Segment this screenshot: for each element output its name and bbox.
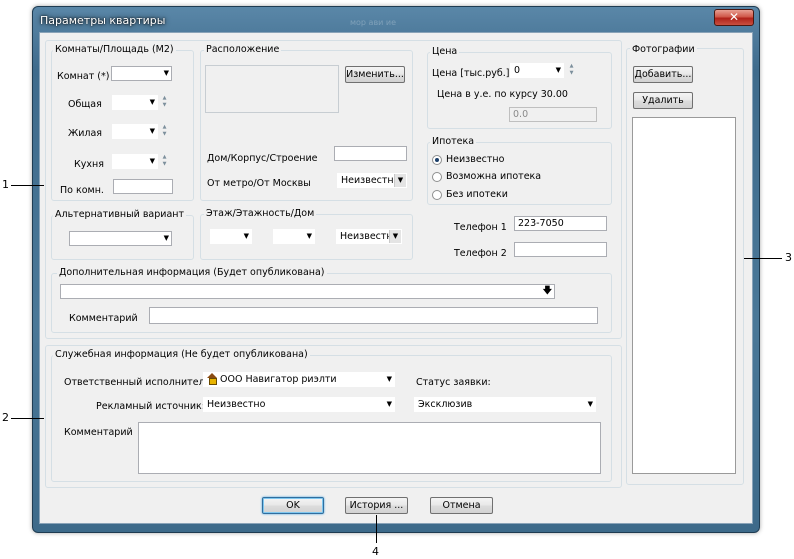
responsible-label: Ответственный исполнитель: xyxy=(64,377,214,388)
chevron-down-icon: ▼ xyxy=(389,230,401,243)
price-spinner[interactable]: ▲ ▼ xyxy=(567,63,576,78)
ok-button[interactable]: OK xyxy=(262,497,324,514)
mortgage-option-unknown[interactable]: Неизвестно xyxy=(432,154,504,165)
mortgage-option-none[interactable]: Без ипотеки xyxy=(432,189,508,200)
add-photo-button[interactable]: Добавить... xyxy=(633,66,693,83)
status-combo[interactable]: Эксклюзив ▼ xyxy=(414,397,596,412)
chevron-down-icon: ▼ xyxy=(243,232,249,240)
kitchen-area-label: Кухня xyxy=(74,159,104,170)
callout-2-line xyxy=(11,418,44,419)
responsible-combo[interactable]: ООО Навигатор риэлти ▼ xyxy=(203,372,395,387)
living-area-label: Жилая xyxy=(68,128,103,139)
chevron-down-icon: ▼ xyxy=(394,174,406,187)
history-button[interactable]: История ... xyxy=(345,497,408,514)
usd-price-input: 0.0 xyxy=(509,107,597,122)
chevron-down-icon: ▼ xyxy=(149,157,155,165)
close-icon: ✕ xyxy=(728,10,740,24)
change-location-button[interactable]: Изменить... xyxy=(345,66,405,83)
metro-distance-label: От метро/От Москвы xyxy=(207,178,311,189)
chevron-down-icon: ▼ xyxy=(149,127,155,135)
extra-info-group xyxy=(51,273,612,333)
delete-photo-button[interactable]: Удалить xyxy=(633,92,693,109)
kitchen-area-combo[interactable]: ▼ xyxy=(112,154,158,169)
callout-3-line xyxy=(744,258,782,259)
mortgage-group-title: Ипотека xyxy=(430,136,477,147)
chevron-down-icon: ▼ xyxy=(587,400,593,408)
phone2-input[interactable] xyxy=(514,242,607,257)
alternative-combo[interactable]: ▼ xyxy=(69,231,172,246)
usd-rate-label: Цена в у.е. по курсу 30.00 xyxy=(437,89,568,100)
ad-source-label: Рекламный источник: xyxy=(96,401,205,412)
metro-distance-combo[interactable]: Неизвестно ▼ xyxy=(337,173,407,188)
total-area-combo[interactable]: ▼ xyxy=(112,95,158,110)
chevron-down-icon: ▼ xyxy=(149,98,155,106)
service-comment-textarea[interactable] xyxy=(138,422,601,474)
service-info-group-title: Служебная информация (Не будет опубликов… xyxy=(53,349,310,360)
price-combo[interactable]: 0 ▼ xyxy=(510,63,564,78)
chevron-down-icon: ▼ xyxy=(306,232,312,240)
radio-icon xyxy=(432,171,442,182)
total-area-label: Общая xyxy=(68,99,102,110)
photos-group-title: Фотографии xyxy=(630,44,697,55)
photos-list[interactable] xyxy=(632,117,736,474)
house-input[interactable] xyxy=(334,146,407,161)
rooms-area-group-title: Комнаты/Площадь (М2) xyxy=(53,44,176,55)
alternative-group-title: Альтернативный вариант xyxy=(53,209,187,220)
phone1-input[interactable]: 223-7050 xyxy=(514,216,607,231)
status-label: Статус заявки: xyxy=(416,377,491,388)
house-label: Дом/Корпус/Строение xyxy=(207,153,318,164)
living-area-combo[interactable]: ▼ xyxy=(112,124,158,139)
extra-comment-label: Комментарий xyxy=(69,313,138,324)
callout-3: 3 xyxy=(785,251,792,264)
chevron-down-icon: ▼ xyxy=(386,400,392,408)
mortgage-option-possible[interactable]: Возможна ипотека xyxy=(432,171,541,182)
kitchen-area-spinner[interactable]: ▲ ▼ xyxy=(160,154,169,169)
price-group-title: Цена xyxy=(430,46,460,57)
living-area-spinner[interactable]: ▲ ▼ xyxy=(160,124,169,139)
location-map-panel xyxy=(205,65,339,113)
location-group-title: Расположение xyxy=(204,44,282,55)
chevron-down-icon: ▼ xyxy=(163,69,169,77)
callout-2: 2 xyxy=(2,411,9,424)
arrow-down-icon: 🡇 xyxy=(542,286,552,296)
floor-group-title: Этаж/Этажность/Дом xyxy=(204,208,317,219)
extra-info-group-title: Дополнительная информация (Будет опублик… xyxy=(57,267,327,278)
per-room-label: По комн. xyxy=(60,185,104,196)
window-title-reflection: мор ави ие xyxy=(350,18,397,27)
rooms-count-combo[interactable]: ▼ xyxy=(111,66,172,81)
cancel-button[interactable]: Отмена xyxy=(430,497,493,514)
price-label: Цена [тыс.руб.] xyxy=(432,68,510,79)
house-icon xyxy=(207,373,217,385)
callout-4-line xyxy=(376,515,377,543)
floors-total-combo[interactable]: ▼ xyxy=(273,229,315,244)
total-area-spinner[interactable]: ▲ ▼ xyxy=(160,95,169,110)
callout-4: 4 xyxy=(372,545,379,558)
close-button[interactable]: ✕ xyxy=(714,9,754,26)
radio-icon xyxy=(432,189,442,200)
service-comment-label: Комментарий xyxy=(64,427,133,438)
extra-info-combo[interactable]: 🡇 xyxy=(60,284,555,299)
chevron-down-icon: ▼ xyxy=(555,66,561,74)
phone2-label: Телефон 2 xyxy=(454,248,507,259)
chevron-down-icon: ▼ xyxy=(163,234,169,242)
radio-selected-icon xyxy=(432,154,442,165)
phone1-label: Телефон 1 xyxy=(454,222,507,233)
rooms-count-label: Комнат (*) xyxy=(57,71,110,82)
floor-combo[interactable]: ▼ xyxy=(210,229,252,244)
chevron-down-icon: ▼ xyxy=(386,375,392,383)
house-type-combo[interactable]: Неизвестно ▼ xyxy=(336,229,402,244)
callout-1: 1 xyxy=(2,178,9,191)
per-room-input[interactable] xyxy=(113,179,173,194)
extra-comment-input[interactable] xyxy=(149,307,598,324)
ad-source-combo[interactable]: Неизвестно ▼ xyxy=(203,397,395,412)
window-title: Параметры квартиры xyxy=(40,14,166,27)
callout-1-line xyxy=(11,185,44,186)
